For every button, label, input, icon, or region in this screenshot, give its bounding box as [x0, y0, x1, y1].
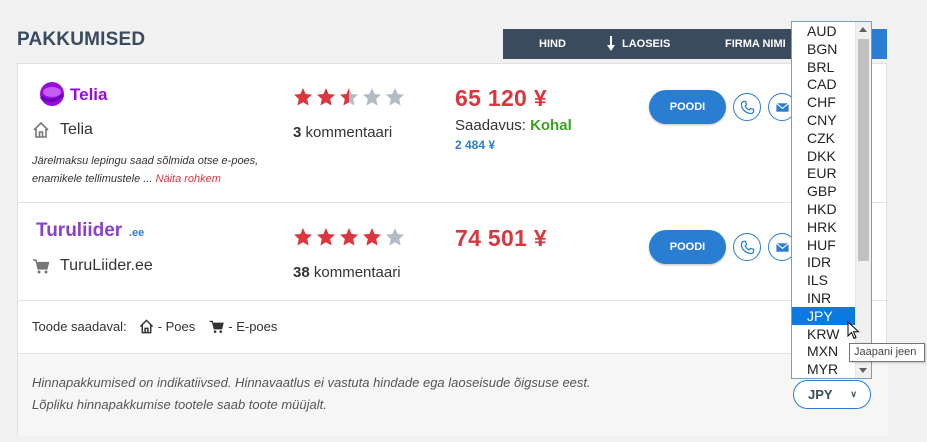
offer-row: Turuliider .ee TuruLiider.ee 38 kommenta…	[18, 203, 888, 301]
currency-selected-value: JPY	[808, 387, 833, 402]
legend-label: Toode saadaval:	[32, 319, 127, 334]
chevron-down-icon: ∨	[850, 389, 857, 399]
star-full-icon	[317, 228, 335, 246]
offer-price: 65 120 ¥	[455, 85, 547, 111]
scroll-down-arrow-icon[interactable]	[859, 368, 867, 373]
currency-option-czk[interactable]: CZK	[792, 129, 856, 147]
rating-stars	[293, 227, 405, 247]
currency-option-huf[interactable]: HUF	[792, 236, 856, 254]
telia-logo[interactable]: Telia	[38, 79, 128, 109]
star-full-icon	[340, 228, 358, 246]
scroll-thumb[interactable]	[858, 39, 869, 261]
legend-store-label: - Poes	[157, 319, 196, 334]
sort-by-stock-button[interactable]: LAOSEIS	[606, 36, 670, 52]
sort-by-company-button[interactable]: FIRMA NIMI	[725, 38, 786, 50]
currency-option-cad[interactable]: CAD	[792, 75, 856, 93]
comments-count: 3	[293, 124, 302, 141]
comments-count: 38	[293, 264, 310, 281]
legend-eshop: - E-poes	[209, 319, 277, 334]
comments-label: kommentaari	[313, 264, 401, 281]
star-half-icon	[340, 88, 358, 106]
sort-price-label: HIND	[539, 38, 566, 50]
scroll-up-arrow-icon[interactable]	[859, 27, 867, 32]
currency-tooltip: Jaapani jeen	[849, 343, 925, 362]
star-full-icon	[294, 228, 312, 246]
monthly-price: 2 484 ¥	[455, 138, 496, 152]
availability-value: Kohal	[530, 117, 572, 134]
description-text: Järelmaksu lepingu saad sõlmida otse e-p…	[32, 155, 259, 185]
go-to-shop-button[interactable]: POODI	[649, 90, 726, 124]
show-more-link[interactable]: Näita rohkem	[156, 173, 221, 185]
currency-option-hrk[interactable]: HRK	[792, 218, 856, 236]
comments-link[interactable]: 3 kommentaari	[293, 124, 392, 141]
currency-select[interactable]: JPY ∨	[793, 380, 871, 409]
star-empty-icon	[386, 228, 404, 246]
currency-option-inr[interactable]: INR	[792, 289, 856, 307]
shop-name-line: TuruLiider.ee	[32, 257, 153, 275]
physical-store-icon	[33, 121, 49, 138]
currency-option-dkk[interactable]: DKK	[792, 147, 856, 165]
offer-price: 74 501 ¥	[455, 225, 547, 251]
offers-panel: Telia Telia Järelmaksu lepingu saad sõlm…	[17, 63, 888, 436]
currency-option-cny[interactable]: CNY	[792, 111, 856, 129]
offer-row: Telia Telia Järelmaksu lepingu saad sõlm…	[18, 64, 888, 203]
comments-label: kommentaari	[305, 124, 393, 141]
mouse-pointer-icon	[847, 321, 860, 340]
disclaimer-row: Hinnapakkumised on indikatiivsed. Hinnav…	[18, 354, 888, 436]
disclaimer: Hinnapakkumised on indikatiivsed. Hinnav…	[32, 372, 591, 416]
currency-option-gbp[interactable]: GBP	[792, 182, 856, 200]
sort-company-label: FIRMA NIMI	[725, 38, 786, 50]
phone-icon	[740, 100, 754, 114]
star-full-icon	[294, 88, 312, 106]
svg-text:Telia: Telia	[70, 85, 108, 104]
go-to-shop-button[interactable]: POODI	[649, 230, 726, 264]
envelope-icon	[775, 242, 789, 252]
sort-descending-icon	[606, 36, 616, 52]
call-button[interactable]	[733, 93, 761, 121]
shop-name-line: Telia	[32, 121, 93, 139]
sort-by-price-button[interactable]: HIND	[539, 38, 566, 50]
phone-icon	[740, 240, 754, 254]
envelope-icon	[775, 102, 789, 112]
sort-stock-label: LAOSEIS	[622, 38, 671, 50]
currency-option-idr[interactable]: IDR	[792, 253, 856, 271]
availability-legend-row: Toode saadaval: - Poes - E-poes	[18, 301, 888, 354]
currency-option-hkd[interactable]: HKD	[792, 200, 856, 218]
disclaimer-line: Hinnapakkumised on indikatiivsed. Hinnav…	[32, 375, 591, 390]
currency-option-mxn[interactable]: MXN	[792, 342, 856, 360]
star-full-icon	[317, 88, 335, 106]
turuliider-logo[interactable]: Turuliider .ee	[36, 217, 156, 243]
call-button[interactable]	[733, 233, 761, 261]
cart-icon	[209, 320, 225, 333]
star-empty-icon	[363, 88, 381, 106]
section-title: PAKKUMISED	[17, 29, 146, 50]
svg-text:.ee: .ee	[129, 227, 144, 239]
physical-store-icon	[139, 319, 153, 334]
legend-store: - Poes	[139, 319, 196, 334]
sort-bar-accent	[870, 29, 887, 59]
currency-option-brl[interactable]: BRL	[792, 58, 856, 76]
availability: Saadavus: Kohal	[455, 117, 572, 134]
shop-name[interactable]: TuruLiider.ee	[60, 257, 153, 275]
offer-description: Järelmaksu lepingu saad sõlmida otse e-p…	[32, 152, 272, 188]
star-full-icon	[363, 228, 381, 246]
cart-icon	[33, 259, 50, 274]
currency-option-aud[interactable]: AUD	[792, 22, 856, 40]
availability-legend: Toode saadaval: - Poes - E-poes	[32, 319, 291, 334]
offers-header: PAKKUMISED HIND LAOSEIS FIRMA NIMI	[0, 0, 927, 63]
shop-name[interactable]: Telia	[60, 121, 93, 139]
rating-stars	[293, 87, 405, 107]
star-empty-icon	[386, 88, 404, 106]
currency-option-myr[interactable]: MYR	[792, 360, 856, 378]
currency-option-bgn[interactable]: BGN	[792, 40, 856, 58]
currency-option-chf[interactable]: CHF	[792, 93, 856, 111]
availability-label: Saadavus:	[455, 117, 526, 134]
svg-text:Turuliider: Turuliider	[36, 220, 123, 241]
legend-eshop-label: - E-poes	[228, 319, 278, 334]
currency-option-ils[interactable]: ILS	[792, 271, 856, 289]
currency-option-eur[interactable]: EUR	[792, 164, 856, 182]
comments-link[interactable]: 38 kommentaari	[293, 264, 401, 281]
disclaimer-line: Lõpliku hinnapakkumise tootele saab toot…	[32, 397, 327, 412]
